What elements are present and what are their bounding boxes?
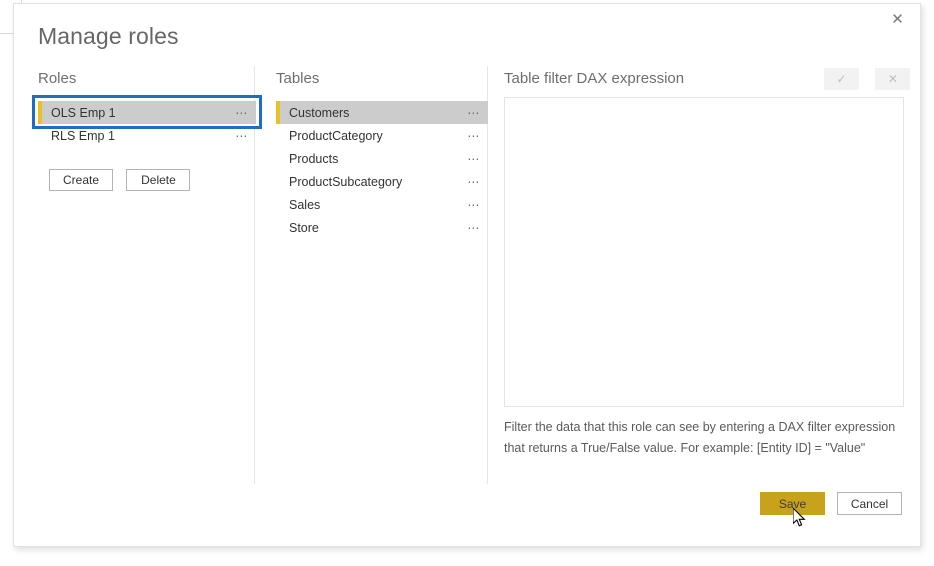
create-button[interactable]: Create	[49, 169, 113, 191]
tables-list-item-store[interactable]: Store ⋯	[276, 216, 488, 239]
cancel-button[interactable]: Cancel	[837, 492, 902, 515]
roles-list: OLS Emp 1 ⋯ RLS Emp 1 ⋯	[38, 101, 256, 147]
tables-list-item-productcategory[interactable]: ProductCategory ⋯	[276, 124, 488, 147]
tables-list-item-label: Store	[289, 220, 319, 235]
dialog-footer: Save Cancel	[760, 492, 902, 515]
manage-roles-dialog: ✕ Manage roles Roles Tables Table filter…	[13, 3, 921, 547]
close-icon[interactable]: ✕	[875, 4, 920, 35]
dax-hint-line-2: that returns a True/False value. For exa…	[504, 441, 866, 455]
tables-list-item-label: Sales	[289, 197, 321, 212]
page-title: Manage roles	[38, 23, 179, 49]
delete-button[interactable]: Delete	[126, 169, 191, 191]
dax-expression-input[interactable]	[504, 97, 904, 407]
ellipsis-icon[interactable]: ⋯	[467, 153, 488, 165]
tables-list: Customers ⋯ ProductCategory ⋯ Products ⋯…	[276, 101, 488, 239]
ellipsis-icon[interactable]: ⋯	[467, 176, 488, 188]
save-button[interactable]: Save	[760, 492, 825, 515]
check-icon[interactable]: ✓	[824, 68, 859, 90]
roles-list-item-label: OLS Emp 1	[51, 105, 116, 120]
role-actions: Create Delete	[49, 169, 199, 191]
roles-list-item-ols-emp-1[interactable]: OLS Emp 1 ⋯	[38, 101, 256, 124]
ellipsis-icon[interactable]: ⋯	[467, 199, 488, 211]
tables-list-item-products[interactable]: Products ⋯	[276, 147, 488, 170]
dax-expression-hint: Filter the data that this role can see b…	[504, 417, 896, 459]
close-small-icon[interactable]: ✕	[875, 68, 911, 90]
dax-hint-line-1: Filter the data that this role can see b…	[504, 420, 896, 434]
ellipsis-icon[interactable]: ⋯	[467, 107, 488, 119]
tables-list-item-productsubcategory[interactable]: ProductSubcategory ⋯	[276, 170, 488, 193]
tables-list-item-sales[interactable]: Sales ⋯	[276, 193, 488, 216]
dax-heading: Table filter DAX expression	[504, 70, 685, 87]
tables-list-item-customers[interactable]: Customers ⋯	[276, 101, 488, 124]
ellipsis-icon[interactable]: ⋯	[467, 130, 488, 142]
roles-list-item-label: RLS Emp 1	[51, 128, 115, 143]
ellipsis-icon[interactable]: ⋯	[235, 107, 256, 119]
ellipsis-icon[interactable]: ⋯	[235, 130, 256, 142]
dax-expression-actions: ✓ ✕	[824, 68, 911, 90]
tables-list-item-label: ProductCategory	[289, 128, 383, 143]
roles-heading: Roles	[38, 70, 77, 87]
tables-list-item-label: ProductSubcategory	[289, 174, 403, 189]
roles-list-item-rls-emp-1[interactable]: RLS Emp 1 ⋯	[38, 124, 256, 147]
ellipsis-icon[interactable]: ⋯	[467, 222, 488, 234]
tables-list-item-label: Products	[289, 151, 339, 166]
tables-list-item-label: Customers	[289, 105, 350, 120]
tables-heading: Tables	[276, 70, 320, 87]
